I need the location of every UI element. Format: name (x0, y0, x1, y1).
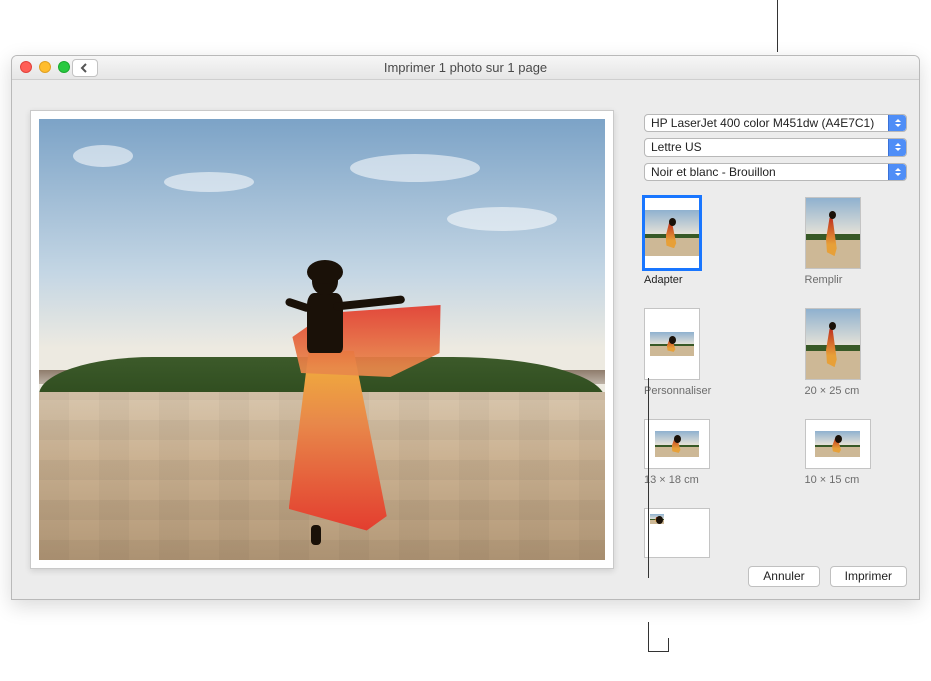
layout-thumbnail (805, 419, 871, 469)
minimize-icon[interactable] (39, 61, 51, 73)
layout-thumbnail (805, 197, 861, 269)
layout-option[interactable]: 20 × 25 cm (805, 308, 871, 397)
annotation-line-top (777, 0, 778, 52)
window-controls (20, 61, 70, 73)
photo-icon (650, 332, 693, 356)
print-button[interactable]: Imprimer (830, 566, 907, 587)
layout-thumbnail (644, 508, 710, 558)
print-quality-select[interactable]: Noir et blanc - Brouillon (644, 163, 907, 181)
print-preview-area (12, 80, 632, 599)
layout-label: 13 × 18 cm (644, 474, 699, 486)
cancel-button[interactable]: Annuler (748, 566, 819, 587)
print-dialog-window: Imprimer 1 photo sur 1 page (11, 55, 920, 600)
photo-icon (806, 309, 860, 379)
layout-label: Personnaliser (644, 385, 711, 397)
back-button[interactable] (72, 59, 98, 77)
close-icon[interactable] (20, 61, 32, 73)
layout-option[interactable]: 10 × 15 cm (805, 419, 871, 486)
layout-thumbnail (805, 308, 861, 380)
dialog-footer: Annuler Imprimer (644, 558, 907, 587)
photo-icon (655, 431, 700, 458)
printer-select-value: HP LaserJet 400 color M451dw (A4E7C1) (651, 116, 874, 130)
print-options-panel: HP LaserJet 400 color M451dw (A4E7C1) Le… (632, 80, 919, 599)
annotation-line (668, 638, 669, 652)
paper-size-select[interactable]: Lettre US (644, 138, 907, 156)
layout-option[interactable]: Remplir (805, 197, 871, 286)
dropdown-caret-icon (888, 139, 906, 155)
photo-icon (806, 198, 860, 268)
layout-thumbnail (644, 308, 700, 380)
layout-grid: Adapter Remplir Personnaliser 20 × 25 cm 13 … (644, 197, 907, 558)
layout-option[interactable] (644, 508, 710, 558)
layout-label: 10 × 15 cm (805, 474, 860, 486)
window-title: Imprimer 1 photo sur 1 page (12, 60, 919, 75)
layout-thumbnail (644, 197, 700, 269)
zoom-icon[interactable] (58, 61, 70, 73)
layout-option[interactable]: 13 × 18 cm (644, 419, 710, 486)
photo-icon (650, 514, 664, 524)
annotation-line (648, 622, 649, 651)
layout-label: Adapter (644, 274, 683, 286)
preview-photo (39, 119, 605, 560)
annotation-line (648, 651, 668, 652)
layout-label: Remplir (805, 274, 843, 286)
print-quality-value: Noir et blanc - Brouillon (651, 165, 776, 179)
chevron-left-icon (80, 63, 90, 73)
photo-icon (645, 210, 699, 256)
dropdown-caret-icon (888, 164, 906, 180)
paper-size-value: Lettre US (651, 140, 702, 154)
printer-select[interactable]: HP LaserJet 400 color M451dw (A4E7C1) (644, 114, 907, 132)
dropdown-caret-icon (888, 115, 906, 131)
titlebar: Imprimer 1 photo sur 1 page (12, 56, 919, 80)
layout-thumbnail (644, 419, 710, 469)
layout-option[interactable]: Adapter (644, 197, 710, 286)
layout-label: 20 × 25 cm (805, 385, 860, 397)
layout-option[interactable]: Personnaliser (644, 308, 710, 397)
preview-page (30, 110, 614, 569)
photo-icon (815, 431, 860, 458)
